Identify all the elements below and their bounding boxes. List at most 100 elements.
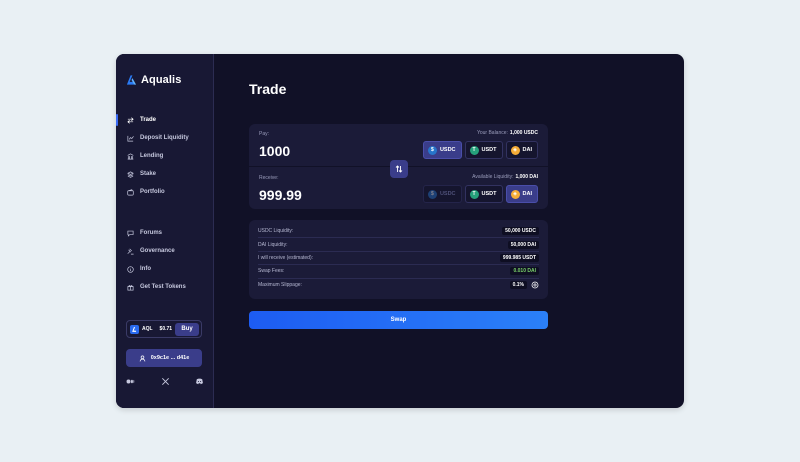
token-label: DAI — [522, 147, 532, 153]
sidebar-item-label: Stake — [140, 171, 157, 177]
chat-icon — [127, 230, 134, 237]
detail-value: 50,000 DAI — [507, 240, 539, 249]
sidebar-item-label: Deposit Liquidity — [140, 135, 189, 141]
receive-token-selector: $ USDC T USDT ◈ DAI — [422, 185, 538, 203]
sidebar-item-label: Get Test Tokens — [140, 284, 186, 290]
pay-token-dai[interactable]: ◈ DAI — [505, 141, 538, 159]
sidebar-item-governance[interactable]: Governance — [116, 242, 214, 260]
token-label: USDT — [481, 147, 497, 153]
usdt-icon: T — [469, 145, 479, 155]
receive-token-usdt[interactable]: T USDT — [464, 185, 503, 203]
sidebar-item-label: Lending — [140, 153, 164, 159]
dai-icon: ◈ — [510, 189, 520, 199]
aqualis-logo-icon — [126, 75, 137, 85]
detail-label: Maximum Slippage: — [258, 282, 302, 289]
pay-token-selector: $ USDC T USDT ◈ DAI — [422, 141, 538, 159]
sidebar-item-label: Forums — [140, 230, 163, 236]
social-links — [126, 377, 204, 386]
detail-row-estimated-receive: I will receive (estimated): 999.985 USDT — [258, 252, 539, 266]
sidebar-item-label: Portfolio — [140, 189, 165, 195]
sidebar-item-lending[interactable]: Lending — [116, 147, 214, 165]
detail-value: 0.1% — [509, 281, 527, 290]
detail-row-max-slippage: Maximum Slippage: 0.1% — [258, 279, 539, 292]
layers-icon — [127, 170, 134, 178]
detail-value: 999.985 USDT — [499, 253, 539, 262]
sidebar-item-get-test-tokens[interactable]: Get Test Tokens — [116, 278, 214, 296]
swap-card: Pay: 1000 Your Balance: 1,000 USDC $ USDC… — [249, 124, 548, 209]
gavel-icon — [127, 248, 134, 255]
sidebar: Aqualis Trade Deposit Liquidity Lending — [116, 54, 214, 408]
chart-icon — [127, 135, 134, 142]
sidebar-item-portfolio[interactable]: Portfolio — [116, 183, 214, 201]
detail-label: USDC Liquidity: — [258, 228, 294, 235]
bank-icon — [127, 152, 134, 160]
wallet-address: 0x9c1e ... d41e — [150, 355, 190, 361]
slippage-control: 0.1% — [509, 281, 539, 290]
aql-token-icon — [130, 324, 139, 334]
swap-button[interactable]: Swap — [249, 311, 548, 329]
usdc-icon: $ — [427, 189, 437, 199]
receive-row: Receive: 999.99 Available Liquidity: 1,00… — [249, 168, 548, 209]
discord-icon[interactable] — [195, 377, 204, 386]
buy-button[interactable]: Buy — [175, 322, 199, 336]
token-price: $0.71 — [159, 326, 173, 332]
balance-label: Your Balance: — [476, 130, 508, 136]
arrows-swap-icon — [127, 116, 134, 124]
primary-nav: Trade Deposit Liquidity Lending Stake Po… — [116, 111, 214, 201]
sidebar-item-trade[interactable]: Trade — [116, 111, 214, 129]
liquidity-info: Available Liquidity: 1,000 DAI — [472, 174, 538, 180]
token-label: DAI — [522, 191, 532, 197]
brand-name: Aqualis — [141, 74, 182, 86]
receive-token-dai[interactable]: ◈ DAI — [505, 185, 538, 203]
usdt-icon: T — [469, 189, 479, 199]
app-window: Aqualis Trade Deposit Liquidity Lending — [116, 54, 684, 408]
medium-icon[interactable] — [126, 377, 135, 386]
pay-label: Pay: — [259, 131, 270, 137]
balance-value: 1,000 USDC — [509, 130, 538, 136]
liquidity-value: 1,000 DAI — [515, 174, 538, 180]
token-label: USDT — [481, 191, 497, 197]
wallet-icon — [127, 188, 134, 196]
sidebar-item-forums[interactable]: Forums — [116, 224, 214, 242]
liquidity-label: Available Liquidity: — [472, 174, 514, 180]
pay-token-usdc[interactable]: $ USDC — [422, 141, 462, 159]
main-content: Trade Pay: 1000 Your Balance: 1,000 USDC … — [214, 54, 684, 408]
token-price-box: AQL $0.71 Buy — [126, 320, 202, 338]
brand-logo[interactable]: Aqualis — [126, 74, 181, 86]
pay-row: Pay: 1000 Your Balance: 1,000 USDC $ USDC… — [249, 124, 548, 165]
token-symbol: AQL — [141, 326, 153, 332]
wallet-button[interactable]: 0x9c1e ... d41e — [126, 349, 202, 367]
trade-details-card: USDC Liquidity: 50,000 USDC DAI Liquidit… — [249, 220, 548, 299]
detail-label: I will receive (estimated): — [258, 254, 314, 261]
sidebar-item-info[interactable]: Info — [116, 260, 214, 278]
detail-row-dai-liquidity: DAI Liquidity: 50,000 DAI — [258, 238, 539, 252]
secondary-nav: Forums Governance Info Get Test Tokens — [116, 224, 214, 296]
sidebar-item-stake[interactable]: Stake — [116, 165, 214, 183]
info-icon — [127, 265, 134, 273]
detail-label: Swap Fees: — [258, 268, 285, 275]
sidebar-item-label: Trade — [140, 117, 157, 123]
receive-label: Receive: — [259, 175, 279, 181]
sidebar-item-deposit-liquidity[interactable]: Deposit Liquidity — [116, 129, 214, 147]
detail-value: 50,000 USDC — [502, 227, 539, 236]
detail-value: 0.010 DAI — [510, 267, 539, 276]
receive-amount: 999.99 — [259, 187, 302, 203]
token-label: USDC — [439, 191, 456, 197]
gift-icon — [127, 284, 134, 291]
detail-row-swap-fees: Swap Fees: 0.010 DAI — [258, 265, 539, 279]
receive-token-usdc: $ USDC — [422, 185, 462, 203]
pay-amount-input[interactable]: 1000 — [259, 143, 290, 159]
pay-token-usdt[interactable]: T USDT — [464, 141, 503, 159]
x-icon[interactable] — [161, 377, 170, 386]
settings-gear-icon[interactable] — [531, 281, 539, 289]
balance-info: Your Balance: 1,000 USDC — [477, 130, 538, 136]
token-label: USDC — [439, 147, 456, 153]
sidebar-item-label: Info — [140, 266, 151, 272]
usdc-icon: $ — [427, 145, 437, 155]
user-icon — [139, 355, 146, 361]
sidebar-item-label: Governance — [140, 248, 175, 254]
dai-icon: ◈ — [510, 145, 520, 155]
page-title: Trade — [249, 81, 287, 97]
detail-row-usdc-liquidity: USDC Liquidity: 50,000 USDC — [258, 225, 539, 239]
detail-label: DAI Liquidity: — [258, 241, 288, 248]
